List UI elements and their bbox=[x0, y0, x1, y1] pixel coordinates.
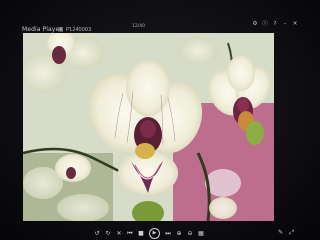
zoom-out-icon[interactable]: ⊖ bbox=[187, 230, 193, 238]
fullscreen-icon[interactable]: ⤢ bbox=[289, 229, 294, 237]
play-icon[interactable]: ▶ bbox=[149, 228, 160, 239]
info-icon[interactable]: ⓘ bbox=[262, 21, 268, 27]
photo-viewport[interactable] bbox=[23, 33, 274, 221]
media-player-window: Media Player ▣ P1240003 12/40 ⚙ ⓘ ? – ✕ bbox=[0, 0, 320, 240]
minimize-icon[interactable]: – bbox=[282, 21, 288, 27]
zoom-in-icon[interactable]: ⊕ bbox=[176, 230, 182, 238]
skip-previous-icon[interactable]: ⏮ bbox=[127, 230, 133, 238]
rotate-right-icon[interactable]: ↻ bbox=[105, 230, 111, 238]
rotate-left-icon[interactable]: ↺ bbox=[94, 230, 100, 238]
right-controls: ✎ ⤢ bbox=[278, 229, 294, 237]
settings-icon[interactable]: ⚙ bbox=[252, 21, 258, 27]
close-icon[interactable]: ✕ bbox=[292, 21, 298, 27]
stop-icon[interactable]: ■ bbox=[138, 230, 144, 238]
playback-controls: ↺ ↻ ✕ ⏮ ■ ▶ ⏭ ⊕ ⊖ ▦ ✎ ⤢ bbox=[0, 226, 320, 240]
app-title: Media Player bbox=[22, 26, 62, 33]
title-bar: Media Player ▣ P1240003 12/40 ⚙ ⓘ ? – ✕ bbox=[0, 18, 320, 34]
help-icon[interactable]: ? bbox=[272, 21, 278, 27]
next-icon[interactable]: ⏭ bbox=[165, 230, 171, 238]
control-row: ↺ ↻ ✕ ⏮ ■ ▶ ⏭ ⊕ ⊖ ▦ bbox=[94, 228, 204, 239]
slideshow-icon[interactable]: ▦ bbox=[198, 230, 204, 238]
file-name: P1240003 bbox=[66, 26, 92, 33]
document-icon: ▣ bbox=[58, 26, 64, 33]
orchid-photo bbox=[23, 33, 274, 221]
window-controls: ⚙ ⓘ ? – ✕ bbox=[252, 21, 298, 27]
edit-icon[interactable]: ✎ bbox=[278, 229, 283, 237]
image-counter: 12/40 bbox=[132, 23, 145, 29]
delete-icon[interactable]: ✕ bbox=[116, 230, 122, 238]
